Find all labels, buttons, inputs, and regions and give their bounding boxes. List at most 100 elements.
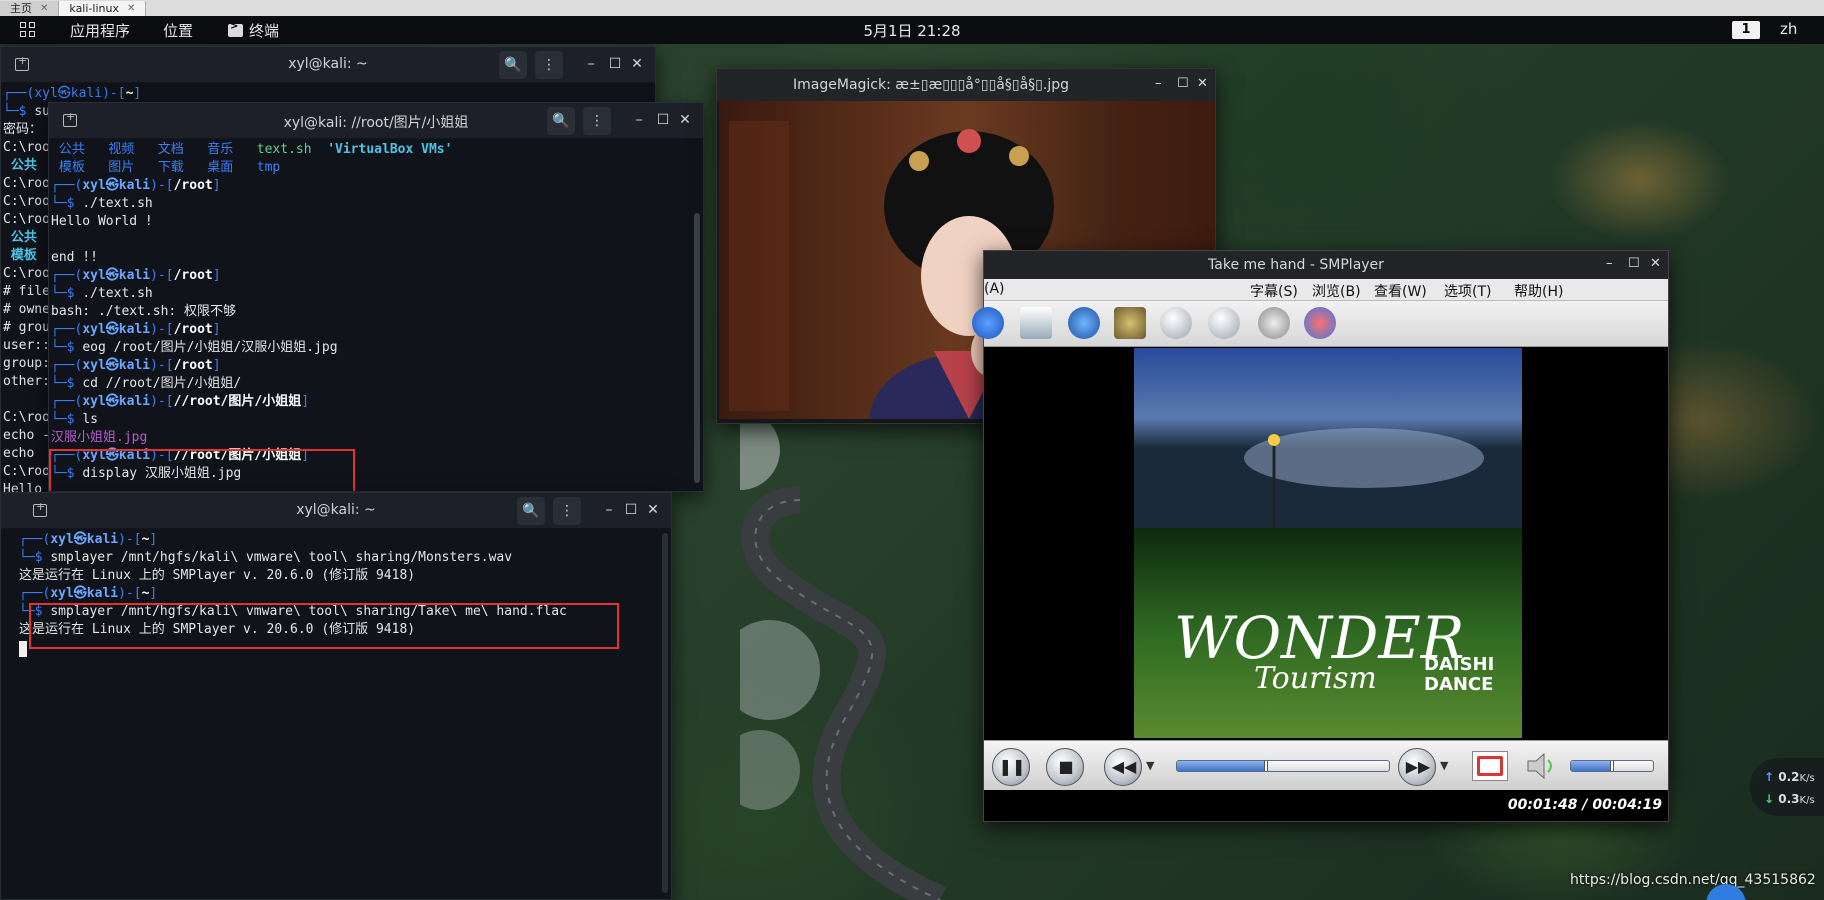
volume-slider[interactable]	[1570, 760, 1654, 772]
album-art-image: WONDER Tourism DAISHI DANCE	[1134, 348, 1522, 738]
seek-bar[interactable]	[1176, 760, 1390, 772]
pause-button[interactable]: ❚❚	[992, 748, 1030, 786]
terminal-text: xyl㉿kali	[82, 178, 151, 193]
scrollbar[interactable]	[662, 533, 668, 893]
app-grid-icon[interactable]	[20, 22, 36, 38]
network-speed-widget[interactable]: ↑ 0.2K/s ↓ 0.3K/s	[1750, 758, 1824, 816]
menu-subtitles[interactable]: 字幕(S)	[1250, 281, 1298, 301]
menu-view[interactable]: 查看(W)	[1374, 281, 1427, 301]
terminal-text: /root	[173, 268, 213, 283]
video-area[interactable]: WONDER Tourism DAISHI DANCE	[984, 348, 1668, 740]
search-button[interactable]: 🔍	[547, 107, 575, 135]
subtitle-track-icon[interactable]	[1304, 307, 1336, 339]
terminal-text: ]	[212, 322, 221, 337]
terminal-text: /root	[173, 322, 213, 337]
minimize-icon[interactable]: –	[583, 56, 599, 72]
forward-button[interactable]: ▶▶	[1398, 748, 1436, 786]
close-icon[interactable]: ✕	[127, 2, 135, 16]
terminal-line: 这是运行在 Linux 上的 SMPlayer v. 20.6.0 (修订版 9…	[19, 567, 671, 585]
browser-tab-strip: 主页 ✕ kali-linux ✕	[0, 0, 1824, 16]
audio-track-icon[interactable]	[1258, 307, 1290, 339]
terminal-text: group:	[3, 356, 50, 371]
terminal-text: └─	[51, 340, 67, 355]
tab-label: kali-linux	[69, 1, 119, 15]
terminal-window-smplayer[interactable]: xyl@kali: ~ 🔍 ⋮ – ☐ ✕ ┌──(xyl㉿kali)-[~]└…	[0, 492, 672, 900]
menu-audio[interactable]: (A)	[984, 281, 1005, 297]
title-bar[interactable]: Take me hand - SMPlayer – ☐ ✕	[984, 251, 1668, 279]
terminal-text: ]	[133, 86, 142, 101]
terminal-window-pictures[interactable]: xyl@kali: //root/图片/小姐姐 🔍 ⋮ – ☐ ✕ 公共 视频 …	[48, 102, 704, 492]
seek-handle[interactable]	[1264, 761, 1269, 771]
preferences-icon[interactable]	[1114, 307, 1146, 339]
scrollbar[interactable]	[694, 213, 700, 483]
search-button[interactable]: 🔍	[499, 51, 527, 79]
maximize-icon[interactable]: ☐	[1177, 76, 1189, 91]
close-icon[interactable]: ✕	[629, 56, 645, 72]
status-bar: 00:01:48 / 00:04:19	[984, 790, 1668, 821]
terminal-line: bash: ./text.sh: 权限不够	[51, 303, 703, 321]
terminal-menu-label: 终端	[249, 22, 280, 40]
maximize-icon[interactable]: ☐	[607, 56, 623, 72]
title-bar[interactable]: xyl@kali: //root/图片/小姐姐 🔍 ⋮ – ☐ ✕	[49, 103, 703, 139]
search-button[interactable]: 🔍	[517, 497, 545, 525]
terminal-text: └─	[51, 376, 67, 391]
maximize-icon[interactable]: ☐	[1628, 256, 1640, 271]
browser-tab-home[interactable]: 主页 ✕	[0, 1, 60, 16]
menu-browse[interactable]: 浏览(B)	[1312, 281, 1361, 301]
terminal-cursor	[19, 639, 27, 658]
terminal-line: └─$ ./text.sh	[51, 195, 703, 213]
menu-bar: (A) 字幕(S) 浏览(B) 查看(W) 选项(T) 帮助(H)	[984, 279, 1668, 301]
title-bar[interactable]: ImageMagick: æ±▯æ▯▯▯å°▯▯å§▯å§▯.jpg – ☐ ✕	[717, 69, 1215, 101]
upload-arrow-icon: ↑	[1764, 770, 1775, 784]
minimize-icon[interactable]: –	[1606, 256, 1613, 271]
close-icon[interactable]: ✕	[1197, 76, 1208, 91]
close-icon[interactable]: ✕	[677, 112, 693, 128]
menu-options[interactable]: 选项(T)	[1444, 281, 1491, 301]
close-icon[interactable]: ✕	[40, 2, 48, 16]
terminal-text: C:\roo	[3, 194, 50, 209]
info-icon[interactable]	[972, 307, 1004, 339]
download-unit: K/s	[1799, 795, 1815, 806]
menu-button[interactable]: ⋮	[535, 51, 563, 79]
terminal-output[interactable]: 公共 视频 文档 音乐 text.sh 'VirtualBox VMs' 模板 …	[49, 139, 703, 491]
playlist-icon[interactable]	[1020, 307, 1052, 339]
forward-menu-icon[interactable]: ▼	[1440, 759, 1448, 772]
volume-icon[interactable]	[1524, 751, 1560, 781]
rewind-menu-icon[interactable]: ▼	[1146, 759, 1154, 772]
title-bar[interactable]: xyl@kali: ~ 🔍 ⋮ – ☐ ✕	[1, 47, 655, 83]
terminal-text: $	[66, 412, 83, 427]
minimize-icon[interactable]: –	[631, 112, 647, 128]
maximize-icon[interactable]: ☐	[623, 502, 639, 518]
title-bar[interactable]: xyl@kali: ~ 🔍 ⋮ – ☐ ✕	[1, 493, 671, 529]
browser-tab-kali[interactable]: kali-linux ✕	[59, 1, 147, 16]
close-icon[interactable]: ✕	[1650, 256, 1661, 271]
terminal-text: user::	[3, 338, 50, 353]
menu-button[interactable]: ⋮	[553, 497, 581, 525]
menu-help[interactable]: 帮助(H)	[1514, 281, 1563, 301]
terminal-text: C:\roo	[3, 212, 50, 227]
screenshot-icon[interactable]	[1068, 307, 1100, 339]
terminal-text: C:\roo	[3, 140, 50, 155]
smplayer-window[interactable]: Take me hand - SMPlayer – ☐ ✕ (A) 字幕(S) …	[972, 250, 1669, 822]
input-language[interactable]: zh	[1780, 20, 1797, 38]
places-menu[interactable]: 位置	[163, 20, 193, 41]
rewind-button[interactable]: ◀◀	[1104, 748, 1142, 786]
maximize-icon[interactable]: ☐	[655, 112, 671, 128]
stop-button[interactable]: ■	[1046, 748, 1084, 786]
terminal-text: ┌──(	[51, 322, 83, 337]
terminal-text: ┌──(	[3, 86, 35, 101]
minimize-icon[interactable]: –	[1155, 76, 1162, 91]
terminal-text: ]	[149, 532, 158, 547]
terminal-output[interactable]: ┌──(xyl㉿kali)-[~] └─$ smplayer /mnt/hgfs/…	[1, 529, 671, 899]
volume-handle[interactable]	[1610, 761, 1614, 771]
close-icon[interactable]: ✕	[645, 502, 661, 518]
menu-button[interactable]: ⋮	[583, 107, 611, 135]
applications-menu[interactable]: 应用程序	[70, 20, 130, 41]
terminal-menu[interactable]: 终端	[228, 20, 279, 41]
workspace-indicator[interactable]: 1	[1732, 21, 1760, 39]
previous-icon[interactable]	[1160, 307, 1192, 339]
minimize-icon[interactable]: –	[601, 502, 617, 518]
next-icon[interactable]	[1208, 307, 1240, 339]
terminal-text: ]	[212, 178, 221, 193]
fullscreen-icon[interactable]	[1472, 751, 1508, 781]
